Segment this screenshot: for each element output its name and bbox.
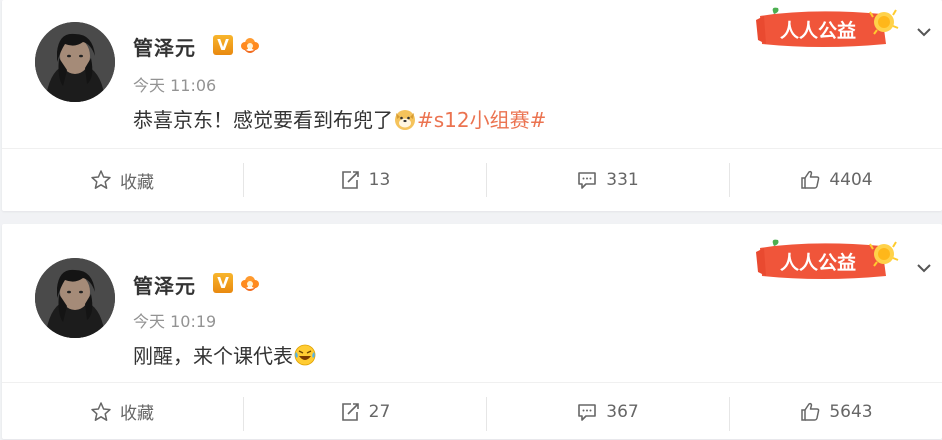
chevron-down-icon[interactable] [914,258,934,278]
fan-badge-icon[interactable] [238,34,262,58]
username[interactable]: 管泽元 [133,270,196,299]
repost-count: 27 [368,401,391,422]
charity-badge-text: 人人公益 [780,251,856,274]
post-text-body: 刚醒，来个课代表 [133,344,293,368]
comment-count: 331 [606,170,639,190]
post-text-body: 恭喜京东！感觉要看到布兜了 [133,108,393,132]
comment-icon [578,403,597,421]
avatar[interactable] [35,258,115,338]
favorite-label: 收藏 [120,404,154,424]
like-button[interactable]: 5643 [730,383,942,440]
username[interactable]: 管泽元 [133,32,196,61]
chevron-down-icon[interactable] [914,22,934,42]
fan-badge-icon[interactable] [238,272,262,296]
favorite-button[interactable]: 收藏 [2,383,242,440]
post-action-bar: 收藏 13 331 4404 [2,148,942,211]
avatar[interactable] [35,22,115,102]
verified-v-icon: V [213,35,233,55]
charity-badge-icon[interactable]: 人人公益 [752,6,902,50]
repost-icon [341,171,359,189]
like-count: 4404 [829,170,873,190]
repost-button[interactable]: 13 [244,149,485,211]
comment-button[interactable]: 367 [487,383,728,440]
weibo-post-card: 管泽元 V 今天 11:06 恭喜京东！感觉要看到布兜了 #s12小组赛# 人人… [2,0,942,211]
comment-icon [578,172,597,189]
repost-button[interactable]: 27 [244,383,485,440]
charity-badge-text: 人人公益 [780,19,856,42]
favorite-button[interactable]: 收藏 [2,149,242,211]
post-time[interactable]: 今天 11:06 [133,72,216,96]
thumbs-up-icon [801,402,820,421]
charity-badge-icon[interactable]: 人人公益 [752,238,902,282]
post-action-bar: 收藏 27 367 5643 [2,382,942,440]
laugh-cry-icon [294,344,316,366]
star-icon [91,170,111,189]
post-text: 刚醒，来个课代表 [133,340,317,369]
favorite-label: 收藏 [120,172,154,193]
repost-icon [341,402,359,421]
like-count: 5643 [829,401,873,422]
topic-link[interactable]: #s12小组赛# [417,108,546,132]
star-icon [91,401,111,421]
post-text: 恭喜京东！感觉要看到布兜了 #s12小组赛# [133,104,546,133]
comment-count: 367 [606,401,639,422]
weibo-post-card: 管泽元 V 今天 10:19 刚醒，来个课代表 人人公益 收藏 27 367 5… [2,224,942,439]
doge-icon [395,110,415,130]
repost-count: 13 [368,170,391,190]
verified-v-icon: V [213,273,233,293]
like-button[interactable]: 4404 [730,149,942,211]
post-time[interactable]: 今天 10:19 [133,308,216,332]
thumbs-up-icon [801,170,820,189]
comment-button[interactable]: 331 [487,149,728,211]
